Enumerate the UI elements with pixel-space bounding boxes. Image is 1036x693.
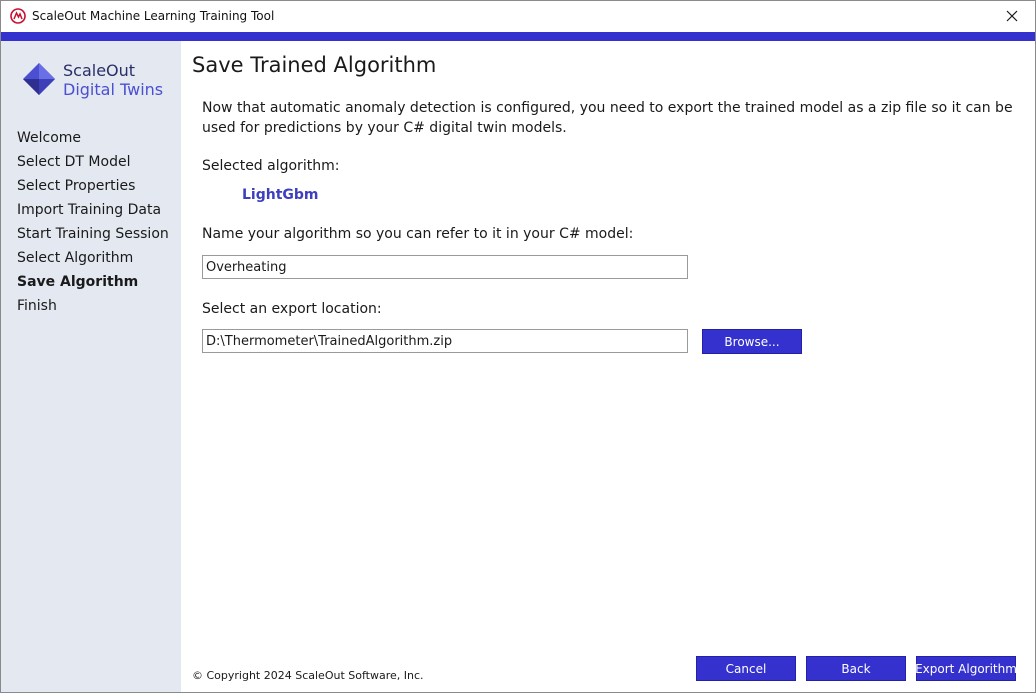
- close-icon: [1006, 7, 1018, 26]
- nav-item-select-algorithm[interactable]: Select Algorithm: [17, 246, 169, 270]
- nav-item-start-training-session[interactable]: Start Training Session: [17, 222, 169, 246]
- nav-item-select-dt-model[interactable]: Select DT Model: [17, 150, 169, 174]
- page-title: Save Trained Algorithm: [192, 53, 437, 77]
- sidebar: ScaleOut Digital Twins Welcome Select DT…: [1, 41, 181, 692]
- nav-item-welcome[interactable]: Welcome: [17, 126, 169, 150]
- selected-algorithm-value: LightGbm: [242, 187, 319, 203]
- cancel-button[interactable]: Cancel: [696, 656, 796, 681]
- logo-text-digital-twins: Digital Twins: [63, 80, 164, 99]
- logo-text-scaleout: ScaleOut: [63, 61, 136, 80]
- window-title: ScaleOut Machine Learning Training Tool: [32, 9, 275, 23]
- wizard-steps: Welcome Select DT Model Select Propertie…: [17, 126, 169, 318]
- close-button[interactable]: [989, 1, 1035, 32]
- selected-algorithm-label: Selected algorithm:: [202, 158, 340, 174]
- algorithm-name-input[interactable]: [202, 255, 688, 279]
- browse-button[interactable]: Browse...: [702, 329, 802, 354]
- export-location-label: Select an export location:: [202, 301, 382, 317]
- nav-item-finish[interactable]: Finish: [17, 294, 169, 318]
- nav-item-save-algorithm[interactable]: Save Algorithm: [17, 270, 169, 294]
- app-logo-icon: [10, 8, 26, 24]
- export-algorithm-button[interactable]: Export Algorithm: [915, 656, 1017, 681]
- accent-bar: [1, 32, 1035, 41]
- export-location-input[interactable]: [202, 329, 688, 353]
- copyright-text: © Copyright 2024 ScaleOut Software, Inc.: [192, 669, 424, 682]
- intro-text: Now that automatic anomaly detection is …: [202, 100, 1013, 136]
- main-content: Save Trained Algorithm Now that automati…: [181, 41, 1035, 692]
- scaleout-diamond-icon: [21, 61, 57, 101]
- scaleout-logo: ScaleOut Digital Twins: [21, 61, 171, 101]
- algorithm-name-label: Name your algorithm so you can refer to …: [202, 226, 634, 242]
- title-bar: ScaleOut Machine Learning Training Tool: [1, 1, 1035, 32]
- back-button[interactable]: Back: [806, 656, 906, 681]
- nav-item-select-properties[interactable]: Select Properties: [17, 174, 169, 198]
- app-window: ScaleOut Machine Learning Training Tool …: [0, 0, 1036, 693]
- nav-item-import-training-data[interactable]: Import Training Data: [17, 198, 169, 222]
